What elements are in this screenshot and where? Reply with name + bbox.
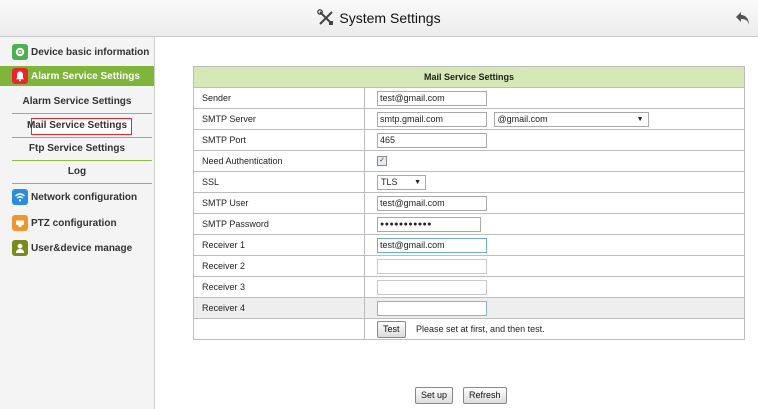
- table-row: Test Please set at first, and then test.: [193, 318, 745, 340]
- tools-icon: [317, 9, 334, 25]
- smtp-server-label: SMTP Server: [193, 108, 365, 130]
- need-authentication-checkbox[interactable]: ✓: [377, 156, 387, 167]
- receiver-2-label: Receiver 2: [193, 255, 365, 277]
- sidebar-divider: [12, 183, 152, 184]
- page-title-text: System Settings: [339, 10, 441, 26]
- test-hint: Please set at first, and then test.: [416, 324, 545, 334]
- smtp-password-input[interactable]: ●●●●●●●●●●●: [377, 216, 481, 232]
- chevron-down-icon: ▼: [414, 178, 421, 186]
- user-icon: [12, 240, 28, 256]
- camera-icon: [12, 215, 28, 231]
- back-arrow-icon[interactable]: [734, 9, 752, 27]
- sidebar-item-device-basic-info[interactable]: Device basic information: [0, 43, 154, 61]
- sidebar-subitem-alarm-service-settings[interactable]: Alarm Service Settings: [0, 96, 154, 107]
- smtp-user-label: SMTP User: [193, 192, 365, 214]
- receiver-3-input[interactable]: [377, 279, 487, 295]
- sidebar-item-label: User&device manage: [31, 242, 133, 254]
- receiver-1-label: Receiver 1: [193, 234, 365, 256]
- gear-icon: [12, 44, 28, 60]
- chevron-down-icon: ▼: [636, 115, 644, 123]
- table-row: SMTP Port 465: [193, 129, 745, 151]
- receiver-2-input[interactable]: [377, 258, 487, 274]
- table-row: Receiver 2: [193, 255, 745, 277]
- table-row: Sender test@gmail.com: [193, 87, 745, 109]
- table-row: SMTP Server smtp.gmail.com @gmail.com ▼: [193, 108, 745, 130]
- test-button[interactable]: Test: [377, 320, 406, 338]
- sidebar-divider: [12, 137, 152, 138]
- ssl-select[interactable]: TLS ▼: [377, 174, 426, 190]
- sidebar-subitem-log[interactable]: Log: [0, 166, 154, 177]
- table-row: SMTP User test@gmail.com: [193, 192, 745, 214]
- smtp-port-label: SMTP Port: [193, 129, 365, 151]
- sidebar-item-network-configuration[interactable]: Network configuration: [0, 188, 154, 206]
- table-row: SMTP Password ●●●●●●●●●●●: [193, 213, 745, 235]
- form-heading: Mail Service Settings: [193, 66, 745, 88]
- need-authentication-label: Need Authentication: [193, 150, 365, 172]
- sidebar-subitem-ftp-service-settings[interactable]: Ftp Service Settings: [0, 143, 154, 154]
- mail-settings-table: Mail Service Settings Sender test@gmail.…: [193, 66, 745, 340]
- page-title: System Settings: [0, 0, 758, 36]
- ssl-value: TLS: [381, 176, 398, 187]
- sidebar-item-label: Alarm Service Settings: [31, 70, 140, 82]
- smtp-server-input[interactable]: smtp.gmail.com: [377, 111, 487, 127]
- smtp-port-input[interactable]: 465: [377, 132, 487, 148]
- sidebar-divider: [12, 113, 152, 114]
- sidebar-subitem-mail-service-settings[interactable]: Mail Service Settings: [0, 120, 154, 131]
- receiver-3-label: Receiver 3: [193, 276, 365, 298]
- sidebar-item-label: PTZ configuration: [31, 217, 117, 229]
- ssl-label: SSL: [193, 171, 365, 193]
- receiver-4-input[interactable]: [377, 300, 487, 316]
- sidebar-item-user-device-manage[interactable]: User&device manage: [0, 239, 154, 257]
- top-bar: System Settings: [0, 0, 758, 37]
- receiver-1-input[interactable]: test@gmail.com: [377, 237, 487, 253]
- sidebar-item-ptz-configuration[interactable]: PTZ configuration: [0, 214, 154, 232]
- smtp-domain-value: @gmail.com: [497, 113, 548, 124]
- sidebar-item-label: Network configuration: [31, 191, 138, 203]
- table-row: Receiver 4: [193, 297, 745, 319]
- setup-button[interactable]: Set up: [415, 387, 454, 404]
- smtp-domain-select[interactable]: @gmail.com ▼: [493, 111, 649, 127]
- sidebar-item-label: Device basic information: [31, 46, 150, 58]
- wifi-icon: [12, 189, 28, 205]
- table-row: Receiver 1 test@gmail.com: [193, 234, 745, 256]
- receiver-4-label: Receiver 4: [193, 297, 365, 319]
- table-row: SSL TLS ▼: [193, 171, 745, 193]
- smtp-password-label: SMTP Password: [193, 213, 365, 235]
- sidebar: Device basic information Alarm Service S…: [0, 37, 155, 409]
- form-actions: Set up Refresh: [415, 387, 507, 404]
- table-row: Need Authentication ✓: [193, 150, 745, 172]
- smtp-user-input[interactable]: test@gmail.com: [377, 195, 487, 211]
- sender-label: Sender: [193, 87, 365, 109]
- table-row: Receiver 3: [193, 276, 745, 298]
- sender-input[interactable]: test@gmail.com: [377, 90, 487, 106]
- sidebar-item-alarm-service-settings[interactable]: Alarm Service Settings: [0, 66, 154, 86]
- refresh-button[interactable]: Refresh: [463, 387, 507, 404]
- bell-icon: [12, 68, 28, 84]
- sidebar-divider: [12, 160, 152, 161]
